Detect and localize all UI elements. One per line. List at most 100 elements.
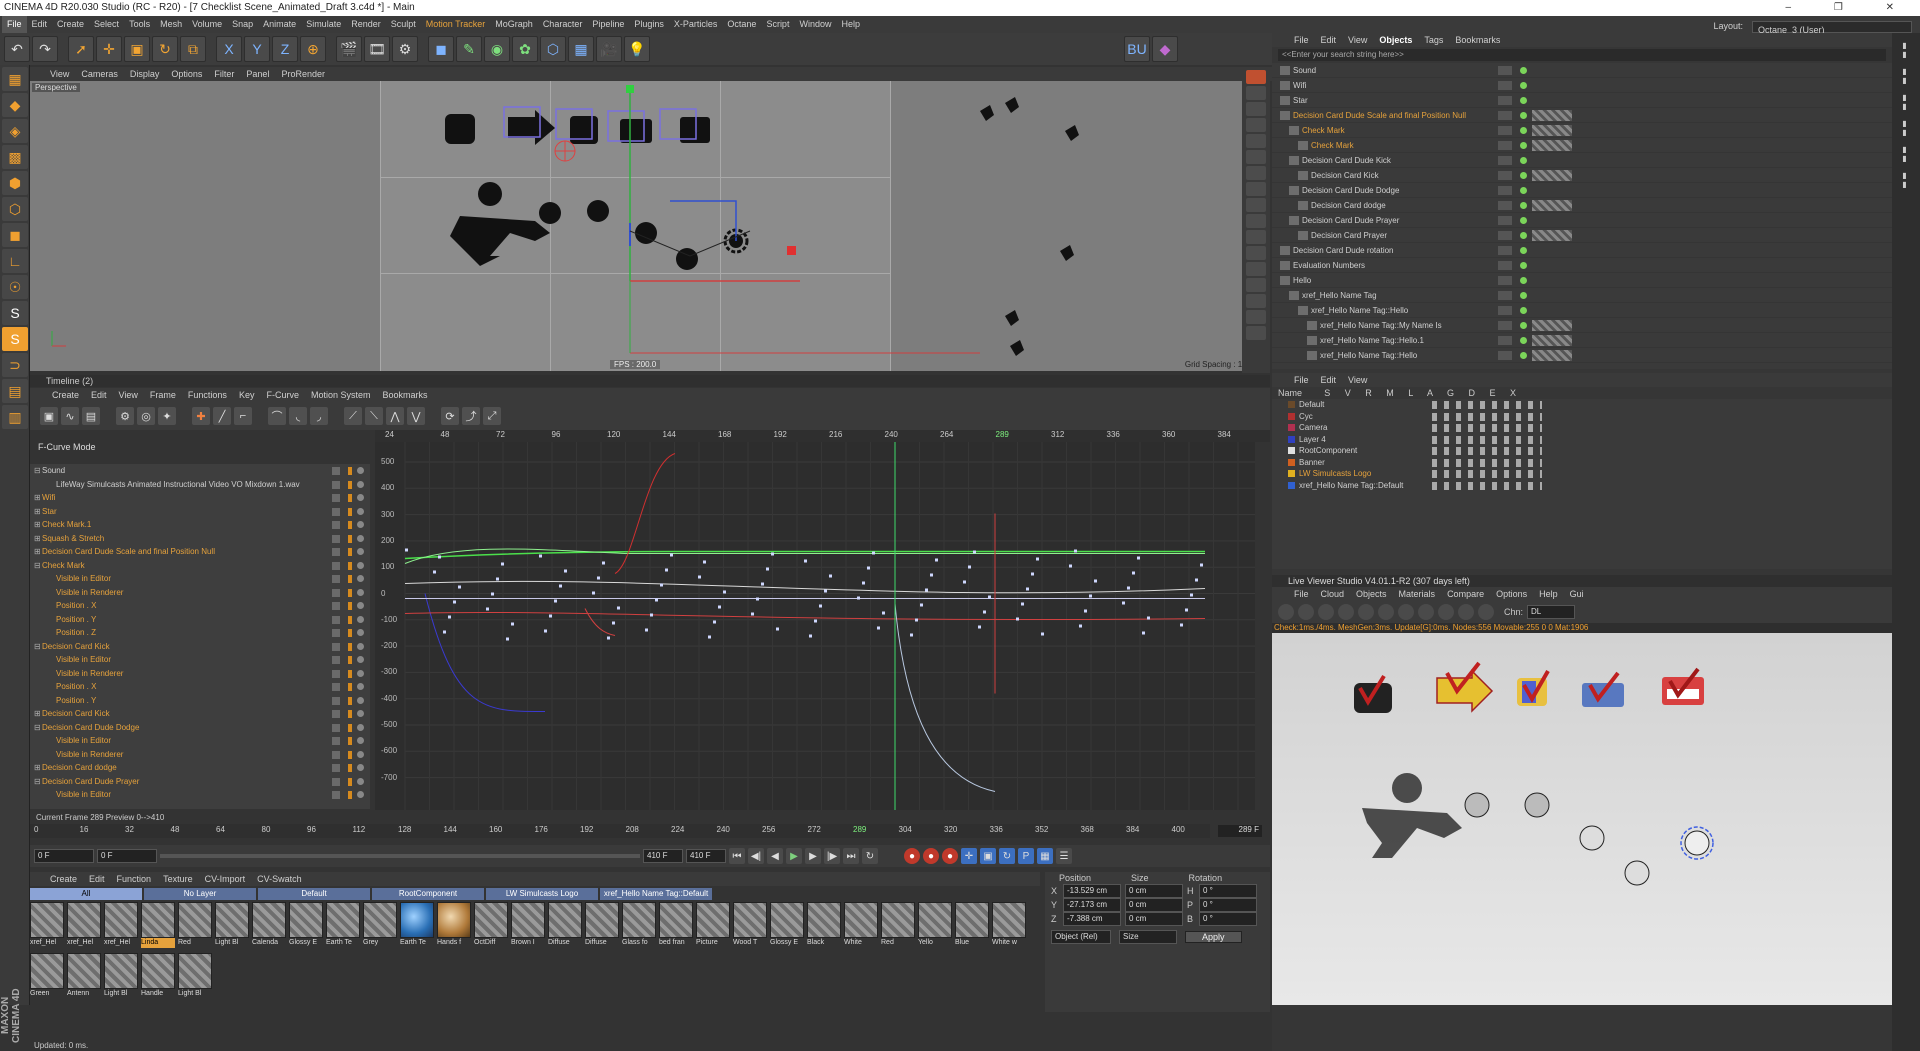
keyframe[interactable] [978, 625, 981, 629]
menu-item-tools[interactable]: Tools [124, 16, 155, 33]
keyframe[interactable] [867, 566, 870, 570]
material-tab[interactable]: All [30, 888, 142, 900]
object-enabled-icon[interactable] [1520, 262, 1527, 269]
keyframe[interactable] [670, 553, 673, 557]
backface-icon[interactable] [1246, 262, 1266, 276]
track-expander[interactable]: ⊟ [34, 464, 42, 478]
keyframe[interactable] [1031, 572, 1034, 576]
coord-size-field[interactable]: 0 cm [1125, 884, 1183, 898]
material-swatch[interactable]: White w [992, 902, 1026, 950]
object-row[interactable]: Check Mark [1272, 138, 1892, 153]
track-lock-icon[interactable] [332, 588, 340, 597]
keyframe[interactable] [1084, 609, 1087, 613]
material-menu-function[interactable]: Function [111, 874, 158, 884]
coord-mode-select[interactable]: Object (Rel) [1051, 930, 1111, 944]
track-solo-icon[interactable] [357, 521, 364, 528]
size-mode-select[interactable]: Size [1119, 930, 1177, 944]
track-solo-icon[interactable] [357, 467, 364, 474]
timeline-ruler[interactable]: 24 48 72 96 120 144 168 192 216 240 264 289 312 336 36… [375, 430, 1270, 442]
lv-pick-icon[interactable] [1458, 604, 1474, 620]
object-enabled-icon[interactable] [1520, 217, 1527, 224]
timeline-track[interactable]: ⊟Check Mark [30, 559, 370, 573]
object-visibility-icon[interactable] [1498, 171, 1512, 180]
grid-icon[interactable]: ▥ [2, 405, 28, 429]
keyframe[interactable] [809, 634, 812, 638]
keyframe[interactable] [708, 635, 711, 639]
coordinate-system-icon[interactable]: ⊕ [300, 36, 326, 62]
timeline-track[interactable]: ⊞Check Mark.1 [30, 518, 370, 532]
lv-color-icon[interactable] [1398, 604, 1414, 620]
timeline-track[interactable]: Position . X [30, 599, 370, 613]
pen-icon[interactable]: ✎ [456, 36, 482, 62]
timeline-track[interactable]: Visible in Renderer [30, 586, 370, 600]
track-solo-icon[interactable] [357, 710, 364, 717]
material-tab[interactable]: xref_Hello Name Tag::Default [600, 888, 712, 900]
timeline-track[interactable]: ⊟Decision Card Dude Prayer [30, 775, 370, 789]
keyframe[interactable] [539, 554, 542, 558]
step-key-icon[interactable]: ⌐ [234, 407, 252, 425]
layer-row[interactable]: Banner [1272, 457, 1892, 469]
keyframe[interactable] [549, 614, 552, 618]
x-axis-icon[interactable]: X [216, 36, 242, 62]
track-solo-icon[interactable] [357, 588, 364, 596]
keyframe[interactable] [920, 603, 923, 607]
keyframe[interactable] [766, 567, 769, 571]
z-axis-icon[interactable]: Z [272, 36, 298, 62]
isoline-icon[interactable] [1246, 294, 1266, 308]
tab-takes[interactable]: ▮▮ [1900, 67, 1909, 85]
object-row[interactable]: Decision Card Dude Kick [1272, 153, 1892, 168]
window-controls[interactable]: – ❐ ✕ [1786, 0, 1914, 16]
object-tags[interactable] [1532, 170, 1572, 181]
timeline-menu-frame[interactable]: Frame [144, 390, 182, 400]
play-icon[interactable]: ▶ [786, 848, 802, 864]
material-swatch[interactable]: Antenn [67, 953, 101, 1001]
menu-item-snap[interactable]: Snap [227, 16, 258, 33]
timeline-track[interactable]: Visible in Editor [30, 788, 370, 802]
track-expander[interactable]: ⊞ [34, 518, 42, 532]
bu-plugin-icon[interactable]: BU [1124, 36, 1150, 62]
track-solo-icon[interactable] [357, 507, 364, 515]
workplane-lock-icon[interactable]: ▤ [2, 379, 28, 403]
track-solo-icon[interactable] [357, 777, 364, 785]
object-visibility-icon[interactable] [1498, 126, 1512, 135]
liveviewer-menu-options[interactable]: Options [1490, 589, 1533, 599]
add-key-icon[interactable]: ✚ [192, 407, 210, 425]
layer-flag-icons[interactable] [1432, 401, 1542, 409]
overshoot-icon[interactable]: ⤴ [462, 407, 480, 425]
material-swatch[interactable]: Picture [696, 902, 730, 950]
keyframe[interactable] [496, 577, 499, 581]
track-expander[interactable]: ⊞ [34, 491, 42, 505]
fcurve[interactable] [404, 611, 1206, 621]
object-menu-objects[interactable]: Objects [1373, 35, 1418, 45]
track-expander[interactable]: ⊟ [34, 775, 42, 789]
object-tags[interactable] [1532, 125, 1572, 136]
track-expander[interactable]: ⊞ [34, 545, 42, 559]
apply-button[interactable]: Apply [1185, 931, 1242, 943]
object-visibility-icon[interactable] [1498, 306, 1512, 315]
keyframe[interactable] [597, 576, 600, 580]
track-solo-icon[interactable] [357, 683, 364, 690]
tab-content-browser[interactable]: ▮▮ [1900, 93, 1909, 111]
object-visibility-icon[interactable] [1498, 246, 1512, 255]
timeline-track[interactable]: Position . Z [30, 626, 370, 640]
coord-position-field[interactable]: -27.173 cm [1063, 898, 1121, 912]
timeline-menu-motion-system[interactable]: Motion System [305, 390, 377, 400]
object-row[interactable]: xref_Hello Name Tag::Hello [1272, 348, 1892, 363]
deformer-icon[interactable]: ⬡ [540, 36, 566, 62]
keyframe[interactable] [1026, 587, 1029, 591]
keyframe[interactable] [819, 604, 822, 608]
keyframe[interactable] [723, 590, 726, 594]
tweak-mode-icon[interactable]: ☉ [2, 275, 28, 299]
stereo-icon[interactable] [1246, 166, 1266, 180]
keyframe[interactable] [665, 568, 668, 572]
render-settings-icon[interactable]: ⚙ [392, 36, 418, 62]
object-enabled-icon[interactable] [1520, 277, 1527, 284]
material-swatch[interactable]: Wood T [733, 902, 767, 950]
layout-icon[interactable] [1246, 118, 1266, 132]
track-solo-icon[interactable] [357, 696, 364, 704]
keyframe[interactable] [1180, 623, 1183, 627]
object-visibility-icon[interactable] [1498, 216, 1512, 225]
unify-tangent-icon[interactable]: ⋁ [407, 407, 425, 425]
timeline-track[interactable]: Position . X [30, 680, 370, 694]
material-swatch[interactable]: Calenda [252, 902, 286, 950]
